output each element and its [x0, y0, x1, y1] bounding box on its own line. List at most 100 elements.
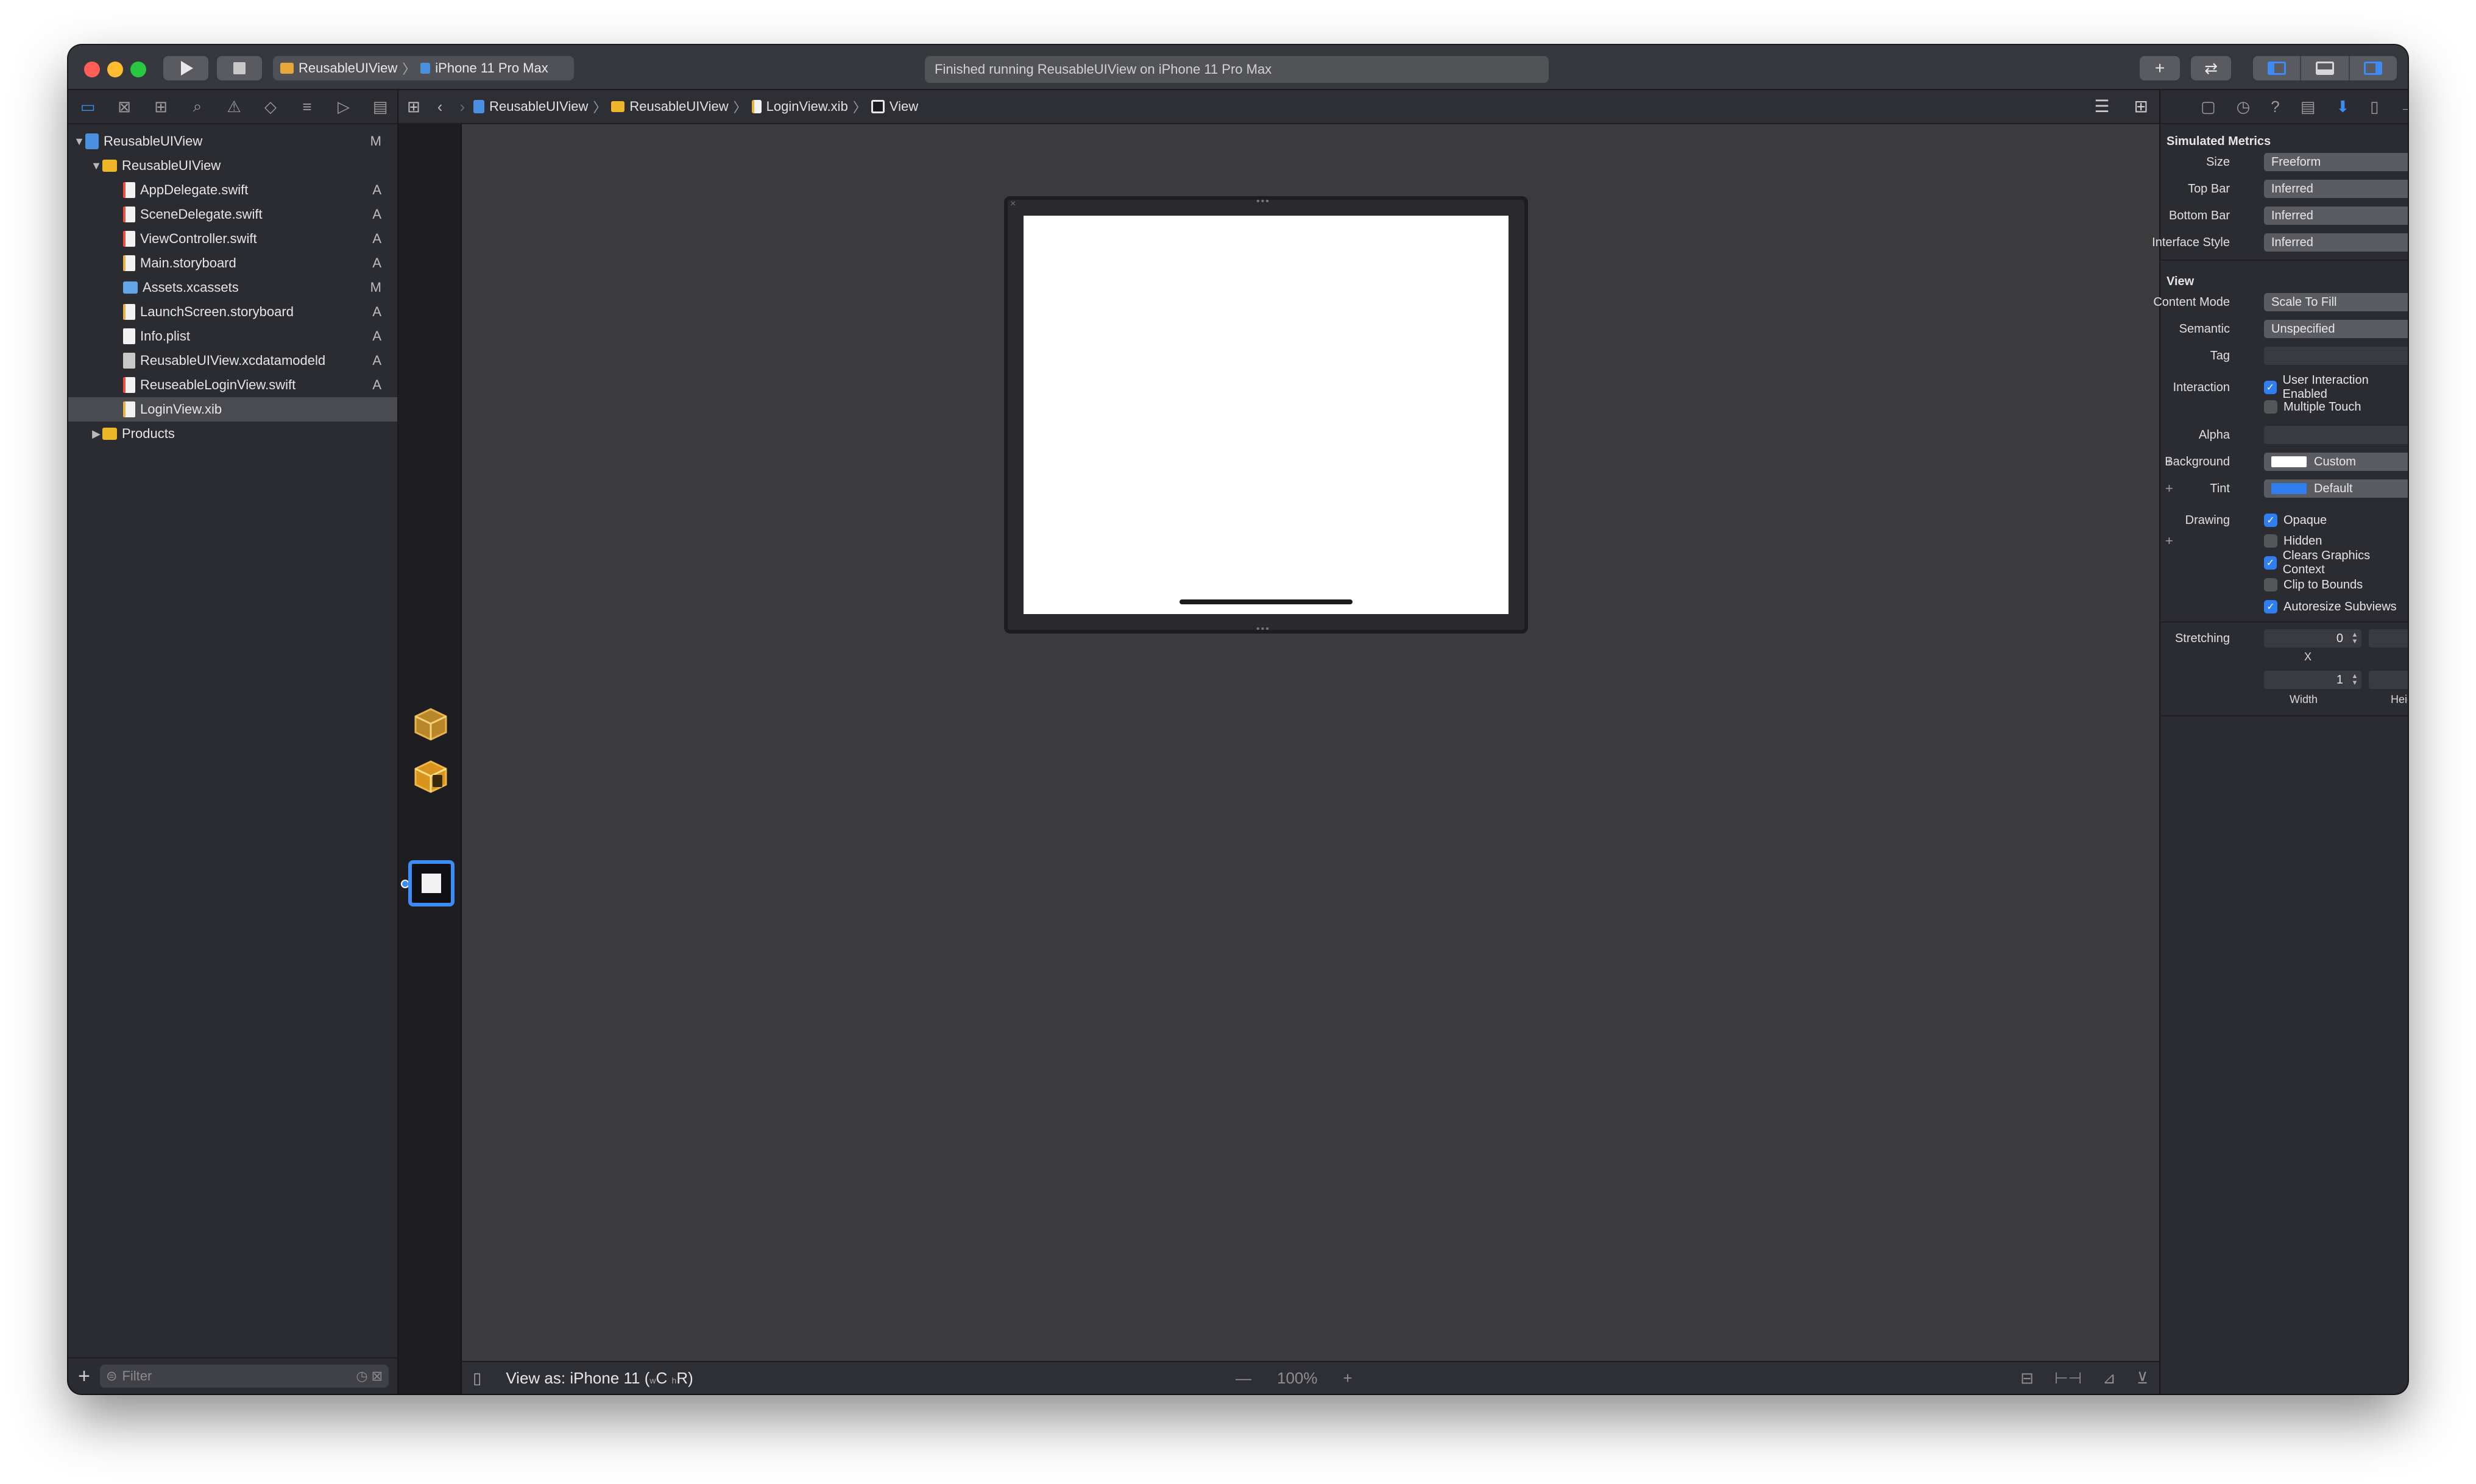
background-color-popup[interactable]: Custom ▲▼: [2264, 453, 2408, 471]
quick-help-icon[interactable]: ?: [2271, 97, 2279, 116]
clip-to-bounds-checkbox[interactable]: Clip to Bounds: [2264, 578, 2363, 592]
stepper-icon[interactable]: ▲ ▼: [2350, 673, 2359, 687]
tree-row-project[interactable]: ▼ ReusableUIView M: [68, 129, 397, 154]
resize-handle-top[interactable]: •••: [1256, 196, 1270, 207]
bottom-bar-popup[interactable]: Inferred ▲▼: [2264, 207, 2408, 225]
resize-handle-bottom[interactable]: •••: [1256, 624, 1270, 635]
tree-row-products[interactable]: ▶ Products: [68, 422, 397, 446]
top-bar-popup[interactable]: Inferred ▲▼: [2264, 180, 2408, 198]
content-mode-popup[interactable]: Scale To Fill ▲▼: [2264, 293, 2408, 311]
symbol-navigator-icon[interactable]: ⊞: [150, 96, 172, 118]
tree-row-file[interactable]: SceneDelegate.swift A: [68, 202, 397, 227]
run-button[interactable]: [163, 56, 208, 80]
code-review-button[interactable]: ⇄: [2191, 56, 2231, 80]
tree-row-file[interactable]: AppDelegate.swift A: [68, 178, 397, 202]
interface-style-popup[interactable]: Inferred ▲▼: [2264, 233, 2408, 252]
toggle-inspector-button[interactable]: [2350, 56, 2397, 80]
breadcrumb-item[interactable]: ReusableUIView: [629, 99, 728, 115]
tree-row-file[interactable]: ReuseableLoginView.swift A: [68, 373, 397, 397]
size-popup[interactable]: Freeform ▲▼: [2264, 153, 2408, 171]
zoom-out-button[interactable]: —: [1236, 1369, 1251, 1388]
close-scene-icon[interactable]: ×: [1010, 199, 1016, 210]
view-as-device-button[interactable]: View as: iPhone 11 (wC hR): [506, 1369, 693, 1388]
breadcrumb-item[interactable]: LoginView.xib: [766, 99, 848, 115]
freeform-view-scene[interactable]: × ••• •••: [1004, 196, 1528, 634]
breadcrumb-item[interactable]: ReusableUIView: [489, 99, 588, 115]
attributes-inspector-icon[interactable]: ⬇: [2336, 97, 2349, 116]
close-window-button[interactable]: [84, 62, 100, 77]
search-icon[interactable]: ⌕: [186, 96, 208, 118]
stretch-x-field[interactable]: 0 ▲ ▼: [2264, 629, 2361, 648]
login-view-canvas[interactable]: [1024, 216, 1509, 614]
add-editor-icon[interactable]: ⊞: [2134, 96, 2148, 116]
recent-files-icon[interactable]: ◷: [356, 1368, 367, 1384]
tree-row-file[interactable]: Assets.xcassets M: [68, 275, 397, 300]
source-control-filter-icon[interactable]: ⊠: [372, 1368, 383, 1384]
opaque-checkbox[interactable]: ✓ Opaque: [2264, 514, 2327, 528]
hidden-checkbox[interactable]: Hidden: [2264, 534, 2322, 548]
align-icon[interactable]: ⊢⊣: [2054, 1369, 2082, 1388]
semantic-popup[interactable]: Unspecified ▲▼: [2264, 320, 2408, 338]
disclosure-open-icon[interactable]: ▼: [90, 160, 102, 172]
resolve-autolayout-icon[interactable]: ⊻: [2137, 1369, 2148, 1388]
debug-navigator-icon[interactable]: ≡: [296, 96, 318, 118]
stop-icon: [233, 62, 246, 74]
add-variation-button[interactable]: +: [2165, 481, 2173, 496]
warning-icon[interactable]: ⚠: [223, 96, 245, 118]
stepper-icon[interactable]: ▲ ▼: [2350, 632, 2359, 645]
multiple-touch-checkbox[interactable]: Multiple Touch: [2264, 400, 2361, 414]
editor-options-icon[interactable]: ☰: [2094, 96, 2109, 116]
stop-button[interactable]: [217, 56, 262, 80]
tree-row-file[interactable]: ViewController.swift A: [68, 227, 397, 251]
tree-row-file[interactable]: ReusableUIView.xcdatamodeld A: [68, 348, 397, 373]
tree-row-file[interactable]: Main.storyboard A: [68, 251, 397, 275]
folder-icon[interactable]: ▭: [77, 96, 99, 118]
connections-inspector-icon[interactable]: →: [2399, 97, 2408, 116]
tag-field[interactable]: 0 ▲▼: [2264, 347, 2408, 365]
filter-input[interactable]: ⊜ Filter ◷ ⊠: [100, 1365, 389, 1388]
alpha-field[interactable]: 1 ▲▼: [2264, 426, 2408, 444]
report-icon[interactable]: ▤: [369, 96, 391, 118]
zoom-in-button[interactable]: +: [1343, 1369, 1353, 1388]
history-inspector-icon[interactable]: ◷: [2237, 97, 2251, 116]
related-items-grid-icon[interactable]: ⊞: [407, 97, 420, 116]
stretch-height-field[interactable]: 1 ▲▼: [2369, 671, 2408, 689]
minimize-window-button[interactable]: [107, 62, 123, 77]
source-control-icon[interactable]: ⊠: [113, 96, 135, 118]
tree-row-group[interactable]: ▼ ReusableUIView: [68, 154, 397, 178]
add-file-button[interactable]: +: [68, 1365, 100, 1388]
add-variation-button[interactable]: +: [2165, 533, 2173, 549]
toggle-debug-area-button[interactable]: [2301, 56, 2350, 80]
zoom-window-button[interactable]: [130, 62, 146, 77]
add-constraints-icon[interactable]: ⊿: [2103, 1369, 2116, 1388]
identity-inspector-icon[interactable]: ▤: [2301, 97, 2316, 116]
tree-row-file[interactable]: Info.plist A: [68, 324, 397, 348]
library-button[interactable]: +: [2140, 56, 2180, 80]
breakpoint-icon[interactable]: ▷: [333, 96, 355, 118]
size-inspector-icon[interactable]: ▯: [2370, 97, 2379, 116]
disclosure-open-icon[interactable]: ▼: [73, 135, 85, 148]
first-responder-cube-icon[interactable]: [413, 759, 448, 794]
products-name: Products: [122, 426, 175, 441]
stretch-y-field[interactable]: 0 ▲▼: [2369, 629, 2408, 648]
zoom-level[interactable]: 100%: [1277, 1369, 1318, 1388]
file-inspector-icon[interactable]: ▢: [2201, 97, 2216, 116]
stretch-width-field[interactable]: 1 ▲ ▼: [2264, 671, 2361, 689]
scheme-selector[interactable]: ReusableUIView 〉 iPhone 11 Pro Max: [273, 56, 574, 80]
clears-graphics-context-checkbox[interactable]: ✓ Clears Graphics Context: [2264, 549, 2408, 577]
files-owner-cube-icon[interactable]: [413, 707, 448, 742]
test-diamond-icon[interactable]: ◇: [260, 96, 281, 118]
breadcrumb-item[interactable]: View: [890, 99, 918, 115]
autoresize-subviews-checkbox[interactable]: ✓ Autoresize Subviews: [2264, 600, 2397, 614]
tint-color-popup[interactable]: Default ▲▼: [2264, 479, 2408, 498]
toggle-navigator-button[interactable]: [2253, 56, 2302, 80]
disclosure-closed-icon[interactable]: ▶: [90, 428, 102, 440]
tree-row-file-selected[interactable]: LoginView.xib: [68, 397, 397, 422]
interface-builder-canvas[interactable]: × ••• •••: [462, 124, 2159, 1361]
update-frames-icon[interactable]: ⊟: [2020, 1369, 2034, 1388]
hide-outline-icon[interactable]: ▯: [473, 1369, 481, 1388]
forward-chevron-icon[interactable]: ›: [459, 97, 465, 116]
back-chevron-icon[interactable]: ‹: [437, 97, 443, 116]
view-object-icon[interactable]: [408, 860, 455, 906]
tree-row-file[interactable]: LaunchScreen.storyboard A: [68, 300, 397, 324]
